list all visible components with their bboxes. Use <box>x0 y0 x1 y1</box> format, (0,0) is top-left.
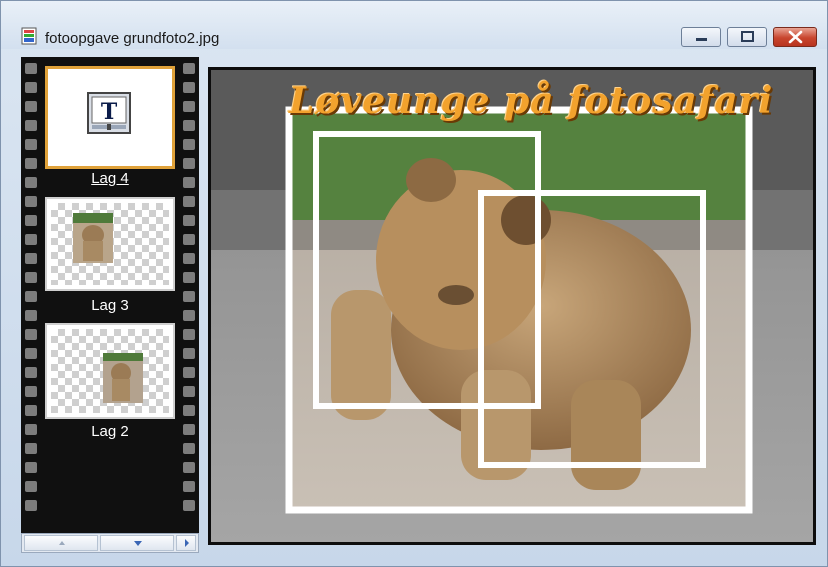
document-window: fotoopgave grundfoto2.jpg T Lag 4 Lag 3 … <box>0 0 828 567</box>
lion-cub-thumbnail <box>103 353 143 403</box>
document-title-text[interactable]: Løveunge på fotosafari <box>289 80 773 122</box>
scroll-right-button[interactable] <box>176 535 196 551</box>
scroll-up-button[interactable] <box>24 535 98 551</box>
close-button[interactable] <box>773 27 817 47</box>
layer-thumbnail-3[interactable] <box>45 197 175 291</box>
layers-panel: T Lag 4 Lag 3 Lag 2 <box>21 57 199 533</box>
maximize-icon <box>741 31 754 42</box>
window-title: fotoopgave grundfoto2.jpg <box>45 30 220 47</box>
svg-text:T: T <box>101 99 118 125</box>
image-document-icon <box>21 27 37 45</box>
layer-label[interactable]: Lag 2 <box>45 423 175 440</box>
title-bar[interactable]: fotoopgave grundfoto2.jpg <box>1 1 827 49</box>
scroll-down-icon <box>134 541 142 546</box>
layers-scrollbar[interactable] <box>21 533 199 553</box>
scroll-right-icon <box>185 539 189 547</box>
scroll-down-button[interactable] <box>100 535 174 551</box>
layer-thumbnail-4[interactable]: T <box>45 66 175 169</box>
minimize-icon <box>696 38 707 41</box>
layer-label[interactable]: Lag 3 <box>45 297 175 314</box>
lion-cub-photo <box>211 70 813 542</box>
lion-cub-thumbnail <box>73 213 113 263</box>
filmstrip-perforation <box>183 63 195 519</box>
scroll-up-icon <box>59 541 65 545</box>
image-canvas[interactable]: Løveunge på fotosafari <box>211 70 813 542</box>
maximize-button[interactable] <box>727 27 767 47</box>
layer-label[interactable]: Lag 4 <box>45 170 175 187</box>
layer-thumbnail-2[interactable] <box>45 323 175 419</box>
close-icon <box>788 30 803 44</box>
text-layer-icon: T <box>87 92 131 134</box>
filmstrip-perforation <box>25 63 37 519</box>
image-canvas-frame: Løveunge på fotosafari <box>208 67 816 545</box>
minimize-button[interactable] <box>681 27 721 47</box>
